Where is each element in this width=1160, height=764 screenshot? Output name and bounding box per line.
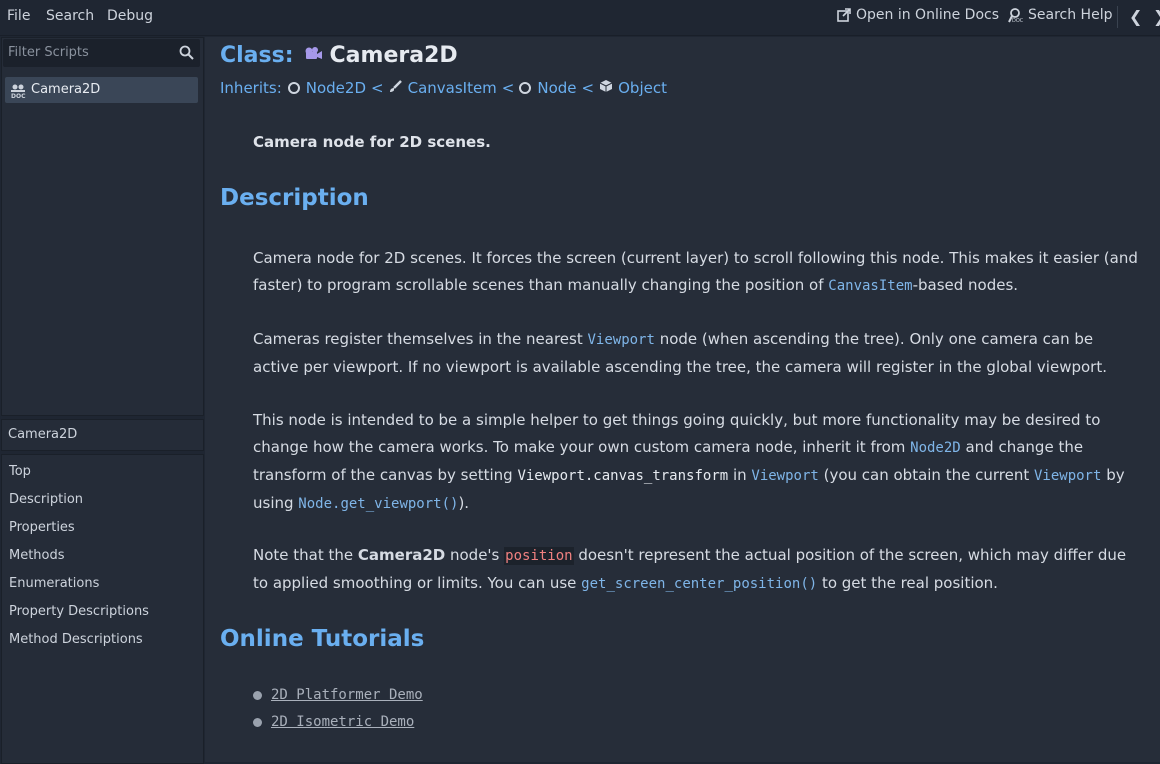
online-tutorials-heading: Online Tutorials: [220, 626, 425, 652]
section-properties[interactable]: Properties: [9, 520, 75, 535]
inherits-separator: <: [501, 79, 515, 97]
camera-icon: [303, 43, 323, 68]
get-screen-center-position-link[interactable]: get_screen_center_position(): [581, 576, 817, 592]
get-viewport-link[interactable]: Node.get_viewport(): [298, 496, 458, 512]
bullet-icon: [253, 690, 262, 700]
open-online-docs-button[interactable]: Open in Online Docs: [837, 7, 999, 23]
inherits-line: Inherits: Node2D < CanvasItem < Node < O…: [220, 79, 667, 97]
position-code: position: [504, 547, 574, 565]
class-label: Class:: [220, 43, 294, 68]
inherits-node2d-link[interactable]: Node2D: [306, 79, 366, 97]
description-paragraph-2: Cameras register themselves in the neare…: [253, 326, 1143, 381]
brief-description: Camera node for 2D scenes.: [253, 133, 491, 151]
section-list: Top Description Properties Methods Enume…: [1, 454, 204, 764]
class-name: Camera2D: [329, 43, 458, 68]
node-icon: [519, 82, 532, 94]
object-icon: [599, 79, 613, 97]
text: ).: [458, 494, 470, 512]
viewport-link[interactable]: Viewport: [751, 468, 818, 484]
viewport-link[interactable]: Viewport: [1034, 468, 1101, 484]
section-methods[interactable]: Methods: [9, 548, 65, 563]
section-top[interactable]: Top: [9, 464, 31, 479]
tutorial-link-platformer[interactable]: 2D Platformer Demo: [271, 687, 423, 703]
open-online-docs-label: Open in Online Docs: [856, 7, 1000, 23]
help-doc-icon: DOC: [10, 83, 26, 102]
current-script-name: Camera2D: [1, 419, 204, 451]
node2d-icon: [287, 82, 300, 94]
section-description[interactable]: Description: [9, 492, 83, 507]
text: Note that the: [253, 546, 358, 564]
description-heading: Description: [220, 185, 369, 211]
menu-debug[interactable]: Debug: [107, 8, 153, 24]
back-arrow-icon[interactable]: ❮: [1129, 7, 1142, 26]
text: -based nodes.: [912, 276, 1019, 294]
search-icon: [179, 45, 194, 64]
menu-bar: File Search Debug Open in Online Docs DO…: [0, 0, 1160, 36]
svg-text:DOC: DOC: [1012, 18, 1023, 23]
section-property-descriptions[interactable]: Property Descriptions: [9, 604, 149, 619]
script-item-label: Camera2D: [31, 82, 101, 97]
script-list-panel: Filter Scripts DOC Camera2D: [1, 37, 204, 416]
inherits-node-link[interactable]: Node: [537, 79, 576, 97]
canvas-transform-code: Viewport.canvas_transform: [517, 468, 729, 484]
current-script-label: Camera2D: [8, 427, 78, 442]
filter-scripts-input[interactable]: Filter Scripts: [3, 39, 200, 67]
text: to get the real position.: [817, 574, 998, 592]
description-paragraph-4: Note that the Camera2D node's position d…: [253, 542, 1143, 598]
svg-text:DOC: DOC: [11, 93, 26, 98]
inherits-label: Inherits:: [220, 79, 282, 97]
script-item-camera2d[interactable]: DOC Camera2D: [5, 77, 198, 103]
text: in: [728, 466, 752, 484]
text: (you can obtain the current: [818, 466, 1034, 484]
class-ref-bold: Camera2D: [357, 546, 446, 564]
doc-content: Class: Camera2D Inherits: Node2D < Canva…: [205, 37, 1160, 762]
inherits-canvasitem-link[interactable]: CanvasItem: [408, 79, 497, 97]
tutorial-item: 2D Isometric Demo: [253, 714, 414, 730]
canvasitem-icon: [389, 79, 402, 97]
tutorial-link-isometric[interactable]: 2D Isometric Demo: [271, 714, 414, 730]
bullet-icon: [253, 717, 262, 727]
forward-arrow-icon[interactable]: ❯: [1153, 7, 1160, 26]
toolbar-separator: [1117, 6, 1118, 28]
description-paragraph-1: Camera node for 2D scenes. It forces the…: [253, 245, 1143, 300]
inherits-object-link[interactable]: Object: [618, 79, 667, 97]
text: node's: [445, 546, 505, 564]
external-link-icon: [837, 8, 851, 22]
search-help-icon: DOC: [1007, 7, 1023, 23]
node2d-link[interactable]: Node2D: [910, 440, 961, 456]
text: Cameras register themselves in the neare…: [253, 330, 588, 348]
section-method-descriptions[interactable]: Method Descriptions: [9, 632, 143, 647]
inherits-separator: <: [371, 79, 384, 97]
search-help-label: Search Help: [1028, 7, 1113, 23]
search-help-button[interactable]: DOC Search Help: [1007, 7, 1112, 23]
section-enumerations[interactable]: Enumerations: [9, 576, 99, 591]
description-paragraph-3: This node is intended to be a simple hel…: [253, 407, 1143, 518]
page-title: Class: Camera2D: [220, 43, 458, 68]
menu-file[interactable]: File: [7, 8, 30, 24]
canvasitem-link[interactable]: CanvasItem: [828, 278, 912, 294]
menu-search[interactable]: Search: [46, 8, 94, 24]
filter-placeholder: Filter Scripts: [8, 45, 89, 60]
viewport-link[interactable]: Viewport: [587, 332, 654, 348]
inherits-separator: <: [581, 79, 595, 97]
tutorial-item: 2D Platformer Demo: [253, 687, 423, 703]
